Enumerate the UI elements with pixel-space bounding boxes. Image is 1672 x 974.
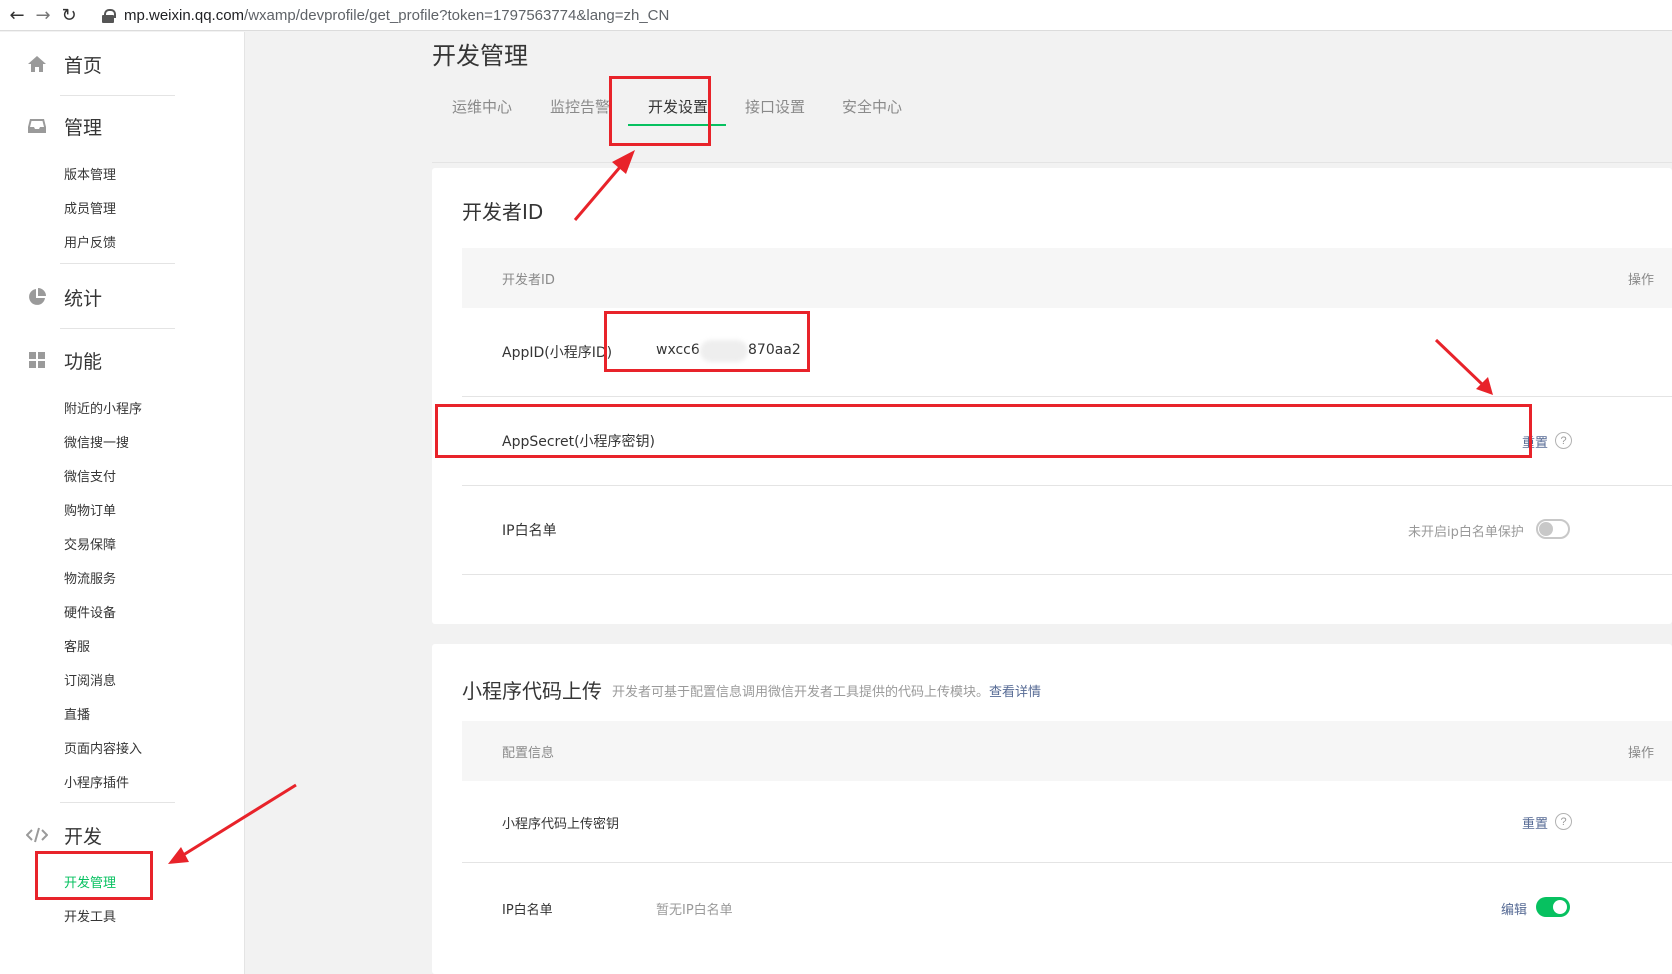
reload-icon[interactable]: ↻: [56, 2, 82, 28]
appid-suffix: 870aa2: [748, 342, 801, 358]
sidebar-item-plugins[interactable]: 小程序插件: [64, 772, 129, 791]
sidebar-item-trade[interactable]: 交易保障: [64, 534, 116, 553]
sidebar-group-dev[interactable]: 开发: [0, 815, 244, 855]
sidebar-divider: [60, 802, 175, 803]
ip-whitelist-status: 未开启ip白名单保护: [1408, 525, 1524, 540]
back-arrow-icon[interactable]: ←: [4, 2, 30, 28]
table-header: 配置信息 操作: [462, 721, 1672, 781]
sidebar-item-page-content[interactable]: 页面内容接入: [64, 738, 142, 757]
sidebar-item-logistics[interactable]: 物流服务: [64, 568, 116, 587]
sidebar-divider: [60, 95, 175, 96]
table-header: 开发者ID 操作: [462, 248, 1672, 308]
sidebar-divider: [60, 263, 175, 264]
subtitle-text: 开发者可基于配置信息调用微信开发者工具提供的代码上传模块。: [612, 685, 990, 700]
upload-ip-toggle[interactable]: [1536, 897, 1570, 917]
table-row-upload-key: 小程序代码上传密钥 重置 ?: [462, 781, 1672, 863]
sidebar-label-dev: 开发: [64, 825, 103, 848]
appsecret-label: AppSecret(小程序密钥): [502, 434, 656, 450]
upload-key-label: 小程序代码上传密钥: [502, 817, 620, 832]
upload-key-reset-button[interactable]: 重置: [1522, 813, 1548, 832]
sidebar-item-hardware[interactable]: 硬件设备: [64, 602, 116, 621]
grid-icon: [26, 349, 48, 371]
browser-address-bar: ← → ↻ mp.weixin.qq.com/wxamp/devprofile/…: [0, 0, 1672, 31]
sidebar-item-members[interactable]: 成员管理: [64, 198, 116, 217]
tab-dev-settings[interactable]: 开发设置: [648, 96, 708, 117]
tab-security[interactable]: 安全中心: [842, 96, 902, 117]
appsecret-reset-button[interactable]: 重置: [1522, 432, 1548, 451]
view-details-link[interactable]: 查看详情: [989, 685, 1041, 700]
upload-ip-label: IP白名单: [502, 903, 553, 918]
inbox-icon: [26, 115, 48, 137]
sidebar-item-service[interactable]: 客服: [64, 636, 90, 655]
upload-ip-edit-button[interactable]: 编辑: [1501, 899, 1527, 918]
help-icon[interactable]: ?: [1555, 432, 1572, 449]
sidebar-item-search[interactable]: 微信搜一搜: [64, 432, 129, 451]
col-header-developer-id: 开发者ID: [502, 273, 555, 288]
sidebar-label-stats: 统计: [64, 287, 103, 310]
sidebar-item-version[interactable]: 版本管理: [64, 164, 116, 183]
card-subtitle: 开发者可基于配置信息调用微信开发者工具提供的代码上传模块。查看详情: [612, 681, 1041, 700]
ip-whitelist-label: IP白名单: [502, 523, 557, 539]
appid-redaction: [700, 340, 748, 362]
appid-prefix: wxcc6: [656, 342, 700, 358]
url-host: mp.weixin.qq.com: [124, 6, 245, 24]
col-header-config: 配置信息: [502, 746, 555, 761]
card-title-developer-id: 开发者ID: [462, 200, 544, 224]
sidebar-label-home: 首页: [64, 54, 103, 77]
url-field[interactable]: mp.weixin.qq.com/wxamp/devprofile/get_pr…: [102, 1, 1672, 29]
sidebar-group-features[interactable]: 功能: [0, 340, 244, 380]
sidebar-item-subscribe[interactable]: 订阅消息: [64, 670, 116, 689]
table-row-upload-ip: IP白名单 暂无IP白名单 编辑: [462, 863, 1672, 974]
sidebar-label-manage: 管理: [64, 116, 103, 139]
pie-chart-icon: [26, 286, 48, 308]
lock-icon: [102, 8, 116, 23]
sidebar-item-feedback[interactable]: 用户反馈: [64, 232, 116, 251]
help-icon[interactable]: ?: [1555, 813, 1572, 830]
sidebar-item-nearby[interactable]: 附近的小程序: [64, 398, 142, 417]
card-title-code-upload: 小程序代码上传: [462, 679, 602, 703]
table-row-appsecret: AppSecret(小程序密钥) 重置 ?: [462, 397, 1672, 486]
sidebar-item-pay[interactable]: 微信支付: [64, 466, 116, 485]
sidebar-label-features: 功能: [64, 350, 103, 373]
sidebar-item-orders[interactable]: 购物订单: [64, 500, 116, 519]
sidebar-item-home[interactable]: 首页: [0, 44, 244, 84]
sidebar: 首页 管理 版本管理 成员管理 用户反馈 统计 功能 附近的小程序 微信搜一搜 …: [0, 32, 245, 974]
sidebar-group-manage[interactable]: 管理: [0, 106, 244, 146]
col-header-action: 操作: [1627, 273, 1654, 288]
url-path: /wxamp/devprofile/get_profile?token=1797…: [244, 6, 670, 24]
sidebar-group-stats[interactable]: 统计: [0, 277, 244, 317]
sidebar-item-dev-tools[interactable]: 开发工具: [64, 906, 116, 925]
appid-label: AppID(小程序ID): [502, 345, 613, 361]
ip-whitelist-toggle[interactable]: [1536, 519, 1570, 539]
sidebar-divider: [60, 328, 175, 329]
sidebar-item-dev-manage[interactable]: 开发管理: [64, 872, 116, 891]
forward-arrow-icon[interactable]: →: [30, 2, 56, 28]
col-header-action: 操作: [1627, 746, 1654, 761]
table-row-ip-whitelist: IP白名单 未开启ip白名单保护: [462, 486, 1672, 575]
home-icon: [26, 53, 48, 75]
tab-api-settings[interactable]: 接口设置: [745, 96, 805, 117]
developer-id-card: 开发者ID 开发者ID 操作 AppID(小程序ID) wxcc6 870aa2…: [432, 168, 1672, 624]
main-content: 开发管理 运维中心 监控告警 开发设置 接口设置 安全中心 开发者ID 开发者I…: [245, 32, 1672, 974]
code-icon: [26, 824, 48, 846]
tab-bar: 运维中心 监控告警 开发设置 接口设置 安全中心: [432, 32, 1672, 163]
tab-active-underline: [628, 124, 726, 126]
sidebar-item-live[interactable]: 直播: [64, 704, 90, 723]
code-upload-card: 小程序代码上传 开发者可基于配置信息调用微信开发者工具提供的代码上传模块。查看详…: [432, 644, 1672, 974]
tab-ops[interactable]: 运维中心: [452, 96, 512, 117]
table-row-appid: AppID(小程序ID) wxcc6 870aa2: [462, 308, 1672, 397]
tab-monitor[interactable]: 监控告警: [550, 96, 610, 117]
upload-ip-value: 暂无IP白名单: [656, 903, 733, 918]
